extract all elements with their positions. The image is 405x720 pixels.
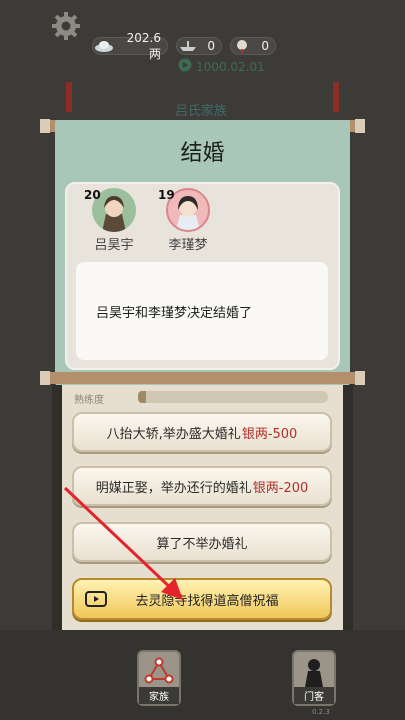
silver-ingot-icon (93, 38, 115, 54)
stat-a-value: 0 (207, 39, 215, 53)
groom-name: 吕昊宇 (94, 238, 134, 253)
option-cost: 银两-500 (241, 426, 298, 442)
date-value: 1000.02.01 (196, 59, 265, 74)
silver-counter: 202.6两 (92, 31, 168, 61)
right-post (333, 82, 339, 112)
stat-b-value: 0 (261, 39, 269, 53)
play-icon[interactable] (178, 58, 192, 75)
option-text: 八抬大轿,举办盛大婚礼 (106, 426, 241, 442)
left-post (66, 82, 72, 112)
nav-family-label: 家族 (139, 687, 179, 704)
bride-name: 李瑾梦 (168, 238, 208, 253)
wedding-message: 吕昊宇和李瑾梦决定结婚了 (96, 306, 253, 321)
silver-value: 202.6两 (126, 30, 161, 61)
rod-knob-left (40, 119, 50, 133)
groom-age: 20 (84, 188, 101, 202)
bottom-bar (0, 630, 405, 720)
settings-gear-icon[interactable] (50, 10, 82, 42)
boat-icon (177, 38, 199, 54)
family-tree-icon (144, 657, 174, 684)
skill-label: 熟练度 (74, 395, 104, 406)
lantern-icon (231, 38, 253, 54)
modal-bottom-rod (40, 372, 365, 384)
bride-age: 19 (158, 188, 175, 202)
option-grand-wedding[interactable]: 八抬大轿,举办盛大婚礼 银两-500 (72, 412, 332, 452)
skill-bar-fill (138, 391, 146, 403)
modal-title: 结婚 (180, 141, 225, 166)
nav-family-button[interactable]: 家族 (137, 650, 181, 706)
date-timer: 1000.02.01 (178, 58, 265, 75)
stat-b-counter: 0 (230, 37, 276, 55)
family-title: 吕氏家族 (175, 104, 228, 119)
person-groom: 20 吕昊宇 (84, 188, 144, 253)
rod-knob-left-bottom (40, 371, 50, 385)
stat-a-counter: 0 (176, 37, 222, 55)
nav-sect-button[interactable]: 门客 (292, 650, 336, 706)
guest-figure-icon (305, 659, 323, 687)
version-label: 0.2.3 (312, 708, 330, 716)
option-cost: 银两-200 (252, 480, 309, 496)
rod-knob-right-bottom (355, 371, 365, 385)
nav-sect-label: 门客 (294, 687, 334, 704)
red-arrow-annotation (63, 486, 183, 600)
rod-knob-right (355, 119, 365, 133)
skill-bar-track (138, 391, 328, 403)
person-bride: 19 李瑾梦 (158, 188, 218, 253)
